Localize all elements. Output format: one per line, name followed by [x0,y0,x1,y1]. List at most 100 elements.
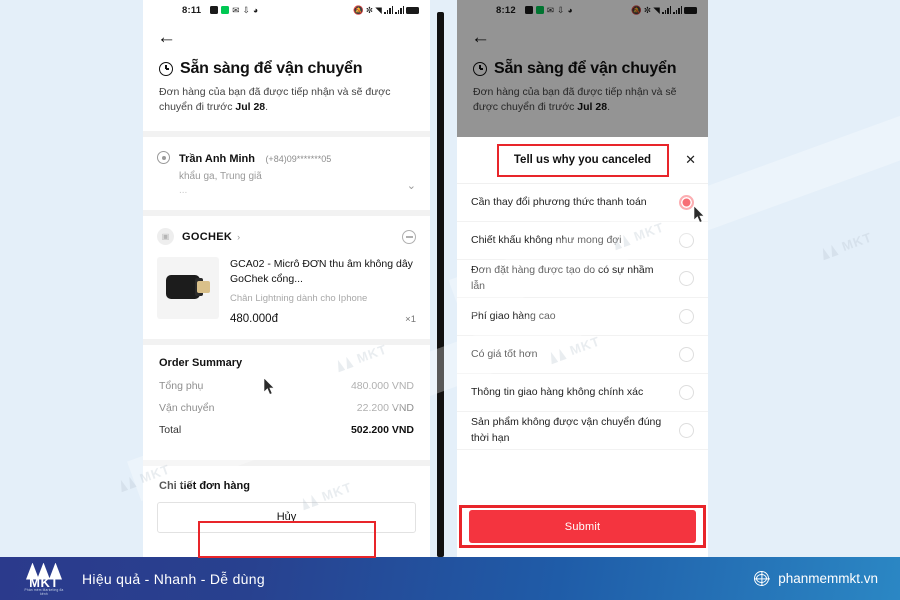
chevron-down-icon[interactable]: ⌄ [407,179,416,192]
alarm-icon: ◕ [252,4,259,15]
mkt-logo-subtext: Phần mềm Marketing đa kênh [24,587,64,596]
brand-footer: MKT Phần mềm Marketing đa kênh Hiệu quả … [0,557,900,600]
mail-icon: ✉ [232,4,240,15]
lightning-connector-shape [197,281,210,294]
radio-button[interactable] [679,309,694,324]
back-icon[interactable]: ← [157,27,176,48]
reason-label: Đơn đặt hàng được tạo do có sự nhầm lẫn [471,264,654,292]
left-hero-title-row: Sẵn sàng để vận chuyển [159,60,414,78]
radio-button[interactable] [679,385,694,400]
close-icon[interactable]: ✕ [685,152,696,168]
cancel-reason-sheet: Tell us why you canceled ✕ Cần thay đổi … [457,137,708,557]
wifi-icon: ◥ [375,4,382,15]
reason-option-2[interactable]: Đơn đặt hàng được tạo do có sự nhầm lẫn [457,260,708,298]
status-time: 8:11 [182,4,202,16]
reason-option-4[interactable]: Có giá tốt hơn [457,336,708,374]
address-text-block: Trần Anh Minh (+84)09*******05 khẩu ga, … [179,149,331,196]
order-summary-heading: Order Summary [159,356,243,369]
signal-2-icon [395,6,404,14]
right-phone-screen: 8:12 ✉ ⇩ ◕ 🔕 ✼ ◥ ← Sẵn sàng để vận chuyể… [457,0,708,557]
reason-option-6[interactable]: Sản phẩm không được vận chuyển đúng thời… [457,412,708,450]
reason-list: Cần thay đổi phương thức thanh toán Chiế… [457,184,708,500]
location-pin-icon [157,151,170,165]
reason-option-1[interactable]: Chiết khấu không như mong đợi [457,222,708,260]
reason-label: Thông tin giao hàng không chính xác [471,385,644,398]
radio-button[interactable] [679,271,694,286]
hero-sub-date: Jul 28 [235,101,266,114]
reason-label: Sản phẩm không được vận chuyển đúng thời… [471,416,662,444]
bluetooth-icon: ✼ [365,4,374,15]
mouse-cursor-right [694,206,705,223]
mkt-logo: MKT Phần mềm Marketing đa kênh [22,562,66,596]
product-price-row: 480.000đ ×1 [230,313,416,325]
address-name-line: Trần Anh Minh (+84)09*******05 [179,149,331,167]
product-price: 480.000đ [230,312,278,325]
shipping-address-card[interactable]: Trần Anh Minh (+84)09*******05 khẩu ga, … [143,137,430,210]
order-details-heading: Chi tiết đơn hàng [159,479,250,492]
footer-site-text: phanmemmkt.vn [778,571,878,586]
summary-value: 480.000 VND [350,379,414,392]
summary-row-shipping: Vận chuyển 22.200 VND [159,402,414,414]
product-quantity: ×1 [405,313,416,325]
reason-label: Cần thay đổi phương thức thanh toán [471,195,647,208]
left-hero-subtitle: Đơn hàng của bạn đã được tiếp nhận và sẽ… [159,85,404,115]
footer-tagline: Hiệu quả - Nhanh - Dễ dùng [82,570,265,587]
summary-value: 502.200 VND [350,423,414,436]
status-left-icons: ✉ ⇩ ◕ [210,6,258,15]
address-row: Trần Anh Minh (+84)09*******05 khẩu ga, … [157,149,414,196]
order-summary-section: Order Summary Tổng phụ 480.000 VND Vận c… [143,345,430,460]
mouse-cursor-left [264,378,275,395]
mkt-logo-icon [118,475,137,492]
shop-row[interactable]: ▣ GOCHEK › [143,216,430,249]
sheet-footer: Submit [457,500,708,557]
signal-1-icon [384,6,393,14]
address-line-3: ... [179,185,188,197]
recipient-name: Trần Anh Minh [179,153,255,166]
left-status-bar: 8:11 ✉ ⇩ ◕ 🔕 ✼ ◥ [143,0,430,20]
product-title: GCA02 - Micrô ĐƠN thu âm không dây GoChe… [230,258,413,286]
submit-button[interactable]: Submit [469,510,696,543]
product-row[interactable]: GCA02 - Micrô ĐƠN thu âm không dây GoChe… [143,249,430,338]
sheet-title: Tell us why you canceled [513,154,652,166]
left-order-status-hero: Sẵn sàng để vận chuyển Đơn hàng của bạn … [143,50,430,131]
shop-name[interactable]: GOCHEK [182,231,232,243]
left-phone-screen: 8:11 ✉ ⇩ ◕ 🔕 ✼ ◥ ← Sẵn sàng để vận chuyể… [143,0,430,557]
reason-option-3[interactable]: Phí giao hàng cao [457,298,708,336]
radio-button-selected[interactable] [679,195,694,210]
radio-button[interactable] [679,347,694,362]
summary-label: Vận chuyển [159,401,215,414]
footer-site-link[interactable]: phanmemmkt.vn [754,571,878,586]
summary-row-total: Total 502.200 VND [159,424,414,436]
battery-icon [406,6,419,14]
status-right-icons: 🔕 ✼ ◥ [353,6,419,15]
reason-label: Có giá tốt hơn [471,347,538,360]
screenshot-root: 8:11 ✉ ⇩ ◕ 🔕 ✼ ◥ ← Sẵn sàng để vận chuyể… [0,0,900,600]
shop-avatar: ▣ [157,228,174,246]
reason-label: Chiết khấu không như mong đợi [471,233,622,246]
cancel-button-highlight [198,521,376,558]
reason-option-5[interactable]: Thông tin giao hàng không chính xác [457,374,708,412]
left-back-row[interactable]: ← [143,20,430,50]
radio-button[interactable] [679,423,694,438]
reason-option-0[interactable]: Cần thay đổi phương thức thanh toán [457,184,708,222]
notification-off-icon: 🔕 [353,4,364,15]
page-title: Sẵn sàng để vận chuyển [180,60,363,77]
summary-row-subtotal: Tổng phụ 480.000 VND [159,380,414,392]
radio-button[interactable] [679,233,694,248]
watermark-text: MKT [839,229,875,255]
product-thumbnail [157,257,219,320]
minus-circle-icon[interactable] [402,229,416,244]
summary-label: Tổng phụ [159,379,204,392]
hero-sub-suffix: . [265,101,269,114]
globe-icon [754,571,770,586]
product-info: GCA02 - Micrô ĐƠN thu âm không dây GoChe… [230,257,416,324]
watermark: MKT [819,229,874,261]
panel-divider [437,12,444,557]
download-icon: ⇩ [242,4,250,15]
modal-scrim[interactable] [457,0,708,137]
clock-icon [159,62,173,76]
shop-avatar-glyph: ▣ [161,232,170,242]
battery-saver-icon [210,6,219,14]
screen-record-icon [221,6,230,14]
reason-label: Phí giao hàng cao [471,309,556,322]
